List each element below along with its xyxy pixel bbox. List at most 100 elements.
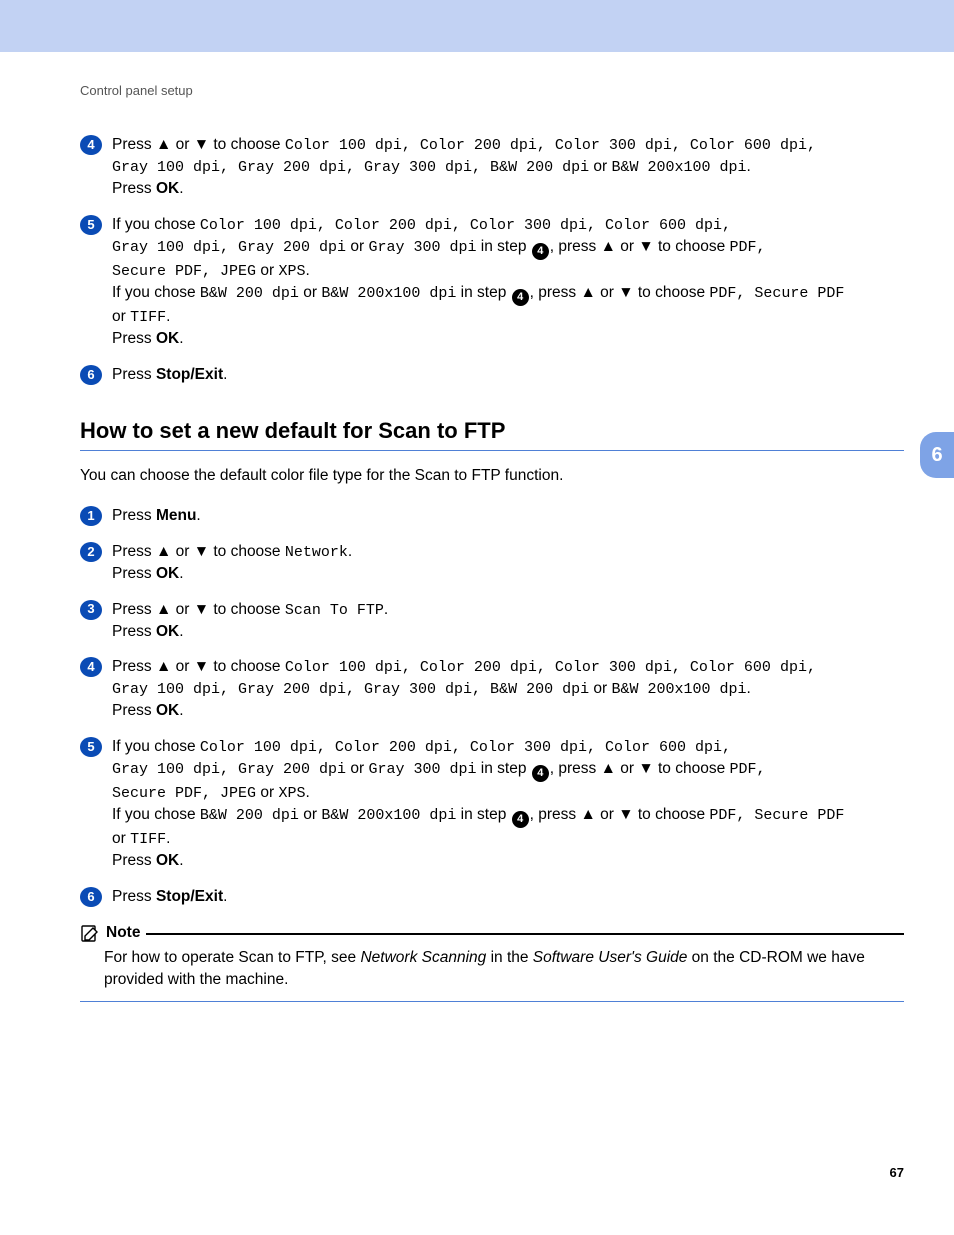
ok-key: OK <box>156 180 179 197</box>
text: If you chose <box>112 216 200 233</box>
text: or <box>299 284 321 301</box>
text: or <box>171 136 193 153</box>
text: in step <box>456 284 510 301</box>
step-body: Press ▲ or ▼ to choose Scan To FTP. Pres… <box>112 599 904 643</box>
step-bullet: 5 <box>80 737 102 757</box>
down-arrow-icon: ▼ <box>638 238 653 255</box>
text: or <box>112 308 130 325</box>
reference-title: Network Scanning <box>360 949 486 966</box>
step-bullet: 4 <box>80 657 102 677</box>
note-body: For how to operate Scan to FTP, see Netw… <box>80 943 904 1001</box>
text: to choose <box>634 284 710 301</box>
text: If you chose <box>112 806 200 823</box>
option-list: B&W 200 dpi <box>200 285 299 302</box>
text: . <box>305 262 309 279</box>
step-bullet: 3 <box>80 600 102 620</box>
down-arrow-icon: ▼ <box>194 601 209 618</box>
text: in the <box>486 949 533 966</box>
text: to choose <box>654 238 730 255</box>
ok-key: OK <box>156 702 179 719</box>
text: . <box>179 330 183 347</box>
text: or <box>616 238 638 255</box>
option-list: B&W 200x100 dpi <box>611 159 746 176</box>
option-list: Color 100 dpi, Color 200 dpi, Color 300 … <box>285 137 816 154</box>
option-list: PDF, <box>730 239 766 256</box>
text: . <box>179 623 183 640</box>
step-bullet: 6 <box>80 887 102 907</box>
text: or <box>589 158 611 175</box>
page-number: 67 <box>890 1164 904 1182</box>
menu-key: Menu <box>156 507 196 524</box>
down-arrow-icon: ▼ <box>194 543 209 560</box>
text: Press <box>112 623 156 640</box>
step-ref-icon: 4 <box>532 765 549 782</box>
text: or <box>299 806 321 823</box>
up-arrow-icon: ▲ <box>601 760 616 777</box>
up-arrow-icon: ▲ <box>156 601 171 618</box>
ftp-step-1: 1 Press Menu. <box>80 505 904 527</box>
text: . <box>384 601 388 618</box>
step-bullet: 4 <box>80 135 102 155</box>
text: Press <box>112 658 156 675</box>
text: to choose <box>634 806 710 823</box>
text: in step <box>476 238 530 255</box>
text: . <box>179 180 183 197</box>
text: . <box>305 784 309 801</box>
text: Press <box>112 565 156 582</box>
reference-title: Software User's Guide <box>533 949 688 966</box>
option-list: Gray 100 dpi, Gray 200 dpi, Gray 300 dpi… <box>112 159 589 176</box>
up-arrow-icon: ▲ <box>601 238 616 255</box>
up-arrow-icon: ▲ <box>580 806 595 823</box>
option-list: Gray 100 dpi, Gray 200 dpi, Gray 300 dpi… <box>112 681 589 698</box>
top-bar <box>0 0 954 52</box>
ftp-step-2: 2 Press ▲ or ▼ to choose Network. Press … <box>80 541 904 585</box>
text: If you chose <box>112 284 200 301</box>
stop-exit-key: Stop/Exit <box>156 366 223 383</box>
section-heading: How to set a new default for Scan to FTP <box>80 416 904 452</box>
option-list: Gray 300 dpi <box>368 761 476 778</box>
text: to choose <box>209 601 285 618</box>
ftp-step-6: 6 Press Stop/Exit. <box>80 886 904 908</box>
up-arrow-icon: ▲ <box>156 658 171 675</box>
text: or <box>112 830 130 847</box>
text: in step <box>456 806 510 823</box>
text: or <box>171 543 193 560</box>
down-arrow-icon: ▼ <box>194 136 209 153</box>
text: . <box>747 680 751 697</box>
text: or <box>256 784 278 801</box>
option-list: B&W 200x100 dpi <box>321 285 456 302</box>
step-6-top: 6 Press Stop/Exit. <box>80 364 904 386</box>
text: or <box>256 262 278 279</box>
text: . <box>747 158 751 175</box>
ok-key: OK <box>156 330 179 347</box>
ok-key: OK <box>156 565 179 582</box>
note-block: Note For how to operate Scan to FTP, see… <box>80 922 904 1002</box>
step-body: Press ▲ or ▼ to choose Color 100 dpi, Co… <box>112 656 904 722</box>
step-ref-icon: 4 <box>512 811 529 828</box>
step-body: If you chose Color 100 dpi, Color 200 dp… <box>112 736 904 872</box>
text: , press <box>550 238 601 255</box>
down-arrow-icon: ▼ <box>194 658 209 675</box>
down-arrow-icon: ▼ <box>618 806 633 823</box>
note-rule <box>146 933 904 934</box>
step-body: Press ▲ or ▼ to choose Network. Press OK… <box>112 541 904 585</box>
up-arrow-icon: ▲ <box>156 136 171 153</box>
ftp-step-5: 5 If you chose Color 100 dpi, Color 200 … <box>80 736 904 872</box>
text: , press <box>530 284 581 301</box>
option-list: XPS <box>278 263 305 280</box>
step-ref-icon: 4 <box>512 289 529 306</box>
option-list: Gray 100 dpi, Gray 200 dpi <box>112 761 346 778</box>
step-body: Press ▲ or ▼ to choose Color 100 dpi, Co… <box>112 134 904 200</box>
text: . <box>348 543 352 560</box>
text: Press <box>112 330 156 347</box>
text: Press <box>112 180 156 197</box>
note-label: Note <box>106 922 140 944</box>
text: . <box>179 565 183 582</box>
text: Press <box>112 136 156 153</box>
option-list: Gray 300 dpi <box>368 239 476 256</box>
option-list: B&W 200 dpi <box>200 807 299 824</box>
text: Press <box>112 888 156 905</box>
text: to choose <box>209 543 285 560</box>
option-list: Gray 100 dpi, Gray 200 dpi <box>112 239 346 256</box>
ftp-step-3: 3 Press ▲ or ▼ to choose Scan To FTP. Pr… <box>80 599 904 643</box>
